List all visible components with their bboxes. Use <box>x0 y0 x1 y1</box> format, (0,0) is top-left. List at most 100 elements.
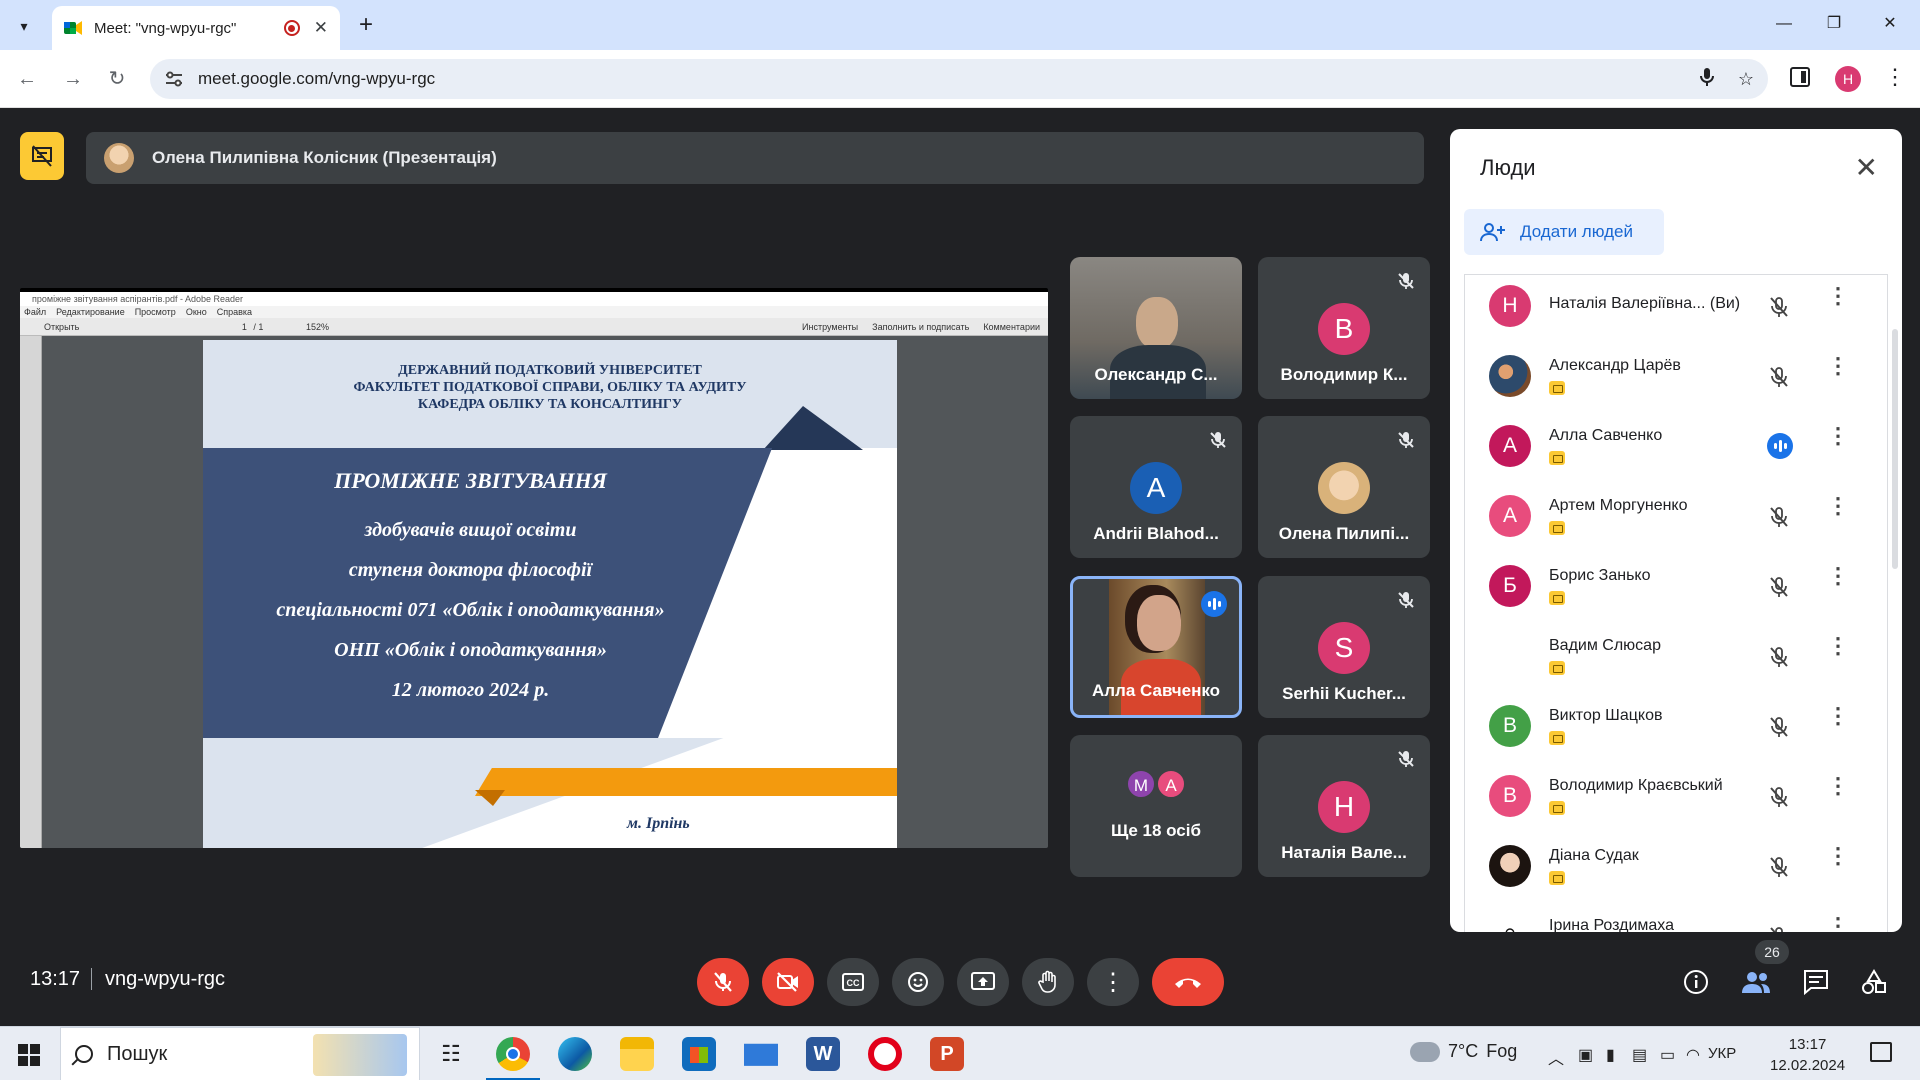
mic-off-icon[interactable] <box>1767 575 1791 599</box>
side-panel-icon[interactable] <box>1790 67 1810 87</box>
microphone-icon[interactable] <box>1699 67 1714 92</box>
edge-icon[interactable] <box>558 1037 592 1071</box>
camera-toggle-button[interactable] <box>762 958 814 1006</box>
mic-off-icon[interactable] <box>1767 715 1791 739</box>
taskbar-time: 13:17 <box>1788 1036 1827 1053</box>
wifi-icon[interactable]: ◠ <box>1686 1045 1700 1065</box>
more-options-icon[interactable]: ⋮ <box>1827 565 1849 587</box>
address-bar[interactable]: meet.google.com/vng-wpyu-rgc ☆ <box>150 59 1768 99</box>
browser-menu-icon[interactable]: ⋮ <box>1884 64 1906 90</box>
meeting-details-icon[interactable] <box>1680 966 1712 998</box>
raise-hand-button[interactable] <box>1022 958 1074 1006</box>
back-arrow-icon[interactable]: ← <box>14 66 40 92</box>
leave-call-button[interactable] <box>1152 958 1224 1006</box>
windows-start-icon[interactable] <box>18 1044 40 1066</box>
participant-list-scrollbar[interactable] <box>1892 329 1898 569</box>
slide-line: 12 лютого 2024 р. <box>391 679 550 701</box>
more-options-icon[interactable]: ⋮ <box>1827 775 1849 797</box>
people-panel-title: Люди <box>1480 155 1536 180</box>
microphone-toggle-button[interactable] <box>697 958 749 1006</box>
reload-icon[interactable]: ↻ <box>104 66 130 92</box>
file-explorer-icon[interactable] <box>620 1037 654 1071</box>
participant-tile[interactable]: В Володимир К... <box>1258 257 1430 399</box>
activities-icon[interactable] <box>1858 966 1890 998</box>
participant-row[interactable]: A Алла Савченко ⋮ <box>1465 415 1887 485</box>
add-people-button[interactable]: Додати людей <box>1464 209 1664 255</box>
mic-off-icon[interactable] <box>1767 645 1791 669</box>
weather-widget[interactable]: 7°C Fog <box>1410 1041 1517 1062</box>
close-panel-icon[interactable]: ✕ <box>1855 151 1878 184</box>
browser-toolbar: ← → ↻ meet.google.com/vng-wpyu-rgc ☆ H ⋮ <box>0 50 1920 108</box>
participant-list-name: Володимир Краєвський <box>1549 777 1723 794</box>
people-icon[interactable] <box>1740 966 1772 998</box>
mail-icon[interactable] <box>744 1043 778 1066</box>
reader-menu-view: Просмотр <box>134 307 176 317</box>
profile-avatar[interactable]: H <box>1835 66 1861 92</box>
battery-icon[interactable]: ▭ <box>1660 1045 1675 1065</box>
participant-tile-active[interactable]: Алла Савченко <box>1070 576 1242 718</box>
task-view-icon[interactable]: ☷ <box>434 1037 468 1071</box>
network-icon[interactable]: ▤ <box>1632 1045 1647 1065</box>
mic-off-icon[interactable] <box>1767 505 1791 529</box>
more-options-icon[interactable]: ⋮ <box>1827 915 1849 933</box>
more-options-icon[interactable]: ⋮ <box>1827 355 1849 377</box>
participant-row[interactable]: Діана Судак ⋮ <box>1465 835 1887 905</box>
more-options-icon[interactable]: ⋮ <box>1827 705 1849 727</box>
taskbar-search[interactable]: Пошук <box>60 1027 420 1080</box>
minimize-button[interactable]: — <box>1770 12 1798 38</box>
person-add-icon <box>1480 222 1506 242</box>
forward-arrow-icon[interactable]: → <box>60 66 86 92</box>
tray-microphone-icon[interactable]: ▮ <box>1606 1045 1615 1065</box>
word-icon[interactable]: W <box>806 1037 840 1071</box>
close-window-button[interactable]: ✕ <box>1876 12 1904 38</box>
participant-tile[interactable]: S Serhii Kucher... <box>1258 576 1430 718</box>
bookmark-star-icon[interactable]: ☆ <box>1738 69 1754 90</box>
participant-tile[interactable]: Олександр С... <box>1070 257 1242 399</box>
participant-tile[interactable]: A Andrii Blahod... <box>1070 416 1242 558</box>
participant-row[interactable]: Вадим Слюсар ⋮ <box>1465 625 1887 695</box>
mic-off-icon[interactable] <box>1767 925 1791 932</box>
more-options-icon[interactable]: ⋮ <box>1827 845 1849 867</box>
more-options-icon[interactable]: ⋮ <box>1827 285 1849 307</box>
powerpoint-icon[interactable]: P <box>930 1037 964 1071</box>
participant-tile[interactable]: H Наталія Вале... <box>1258 735 1430 877</box>
notifications-icon[interactable] <box>1870 1042 1892 1062</box>
mic-off-icon[interactable] <box>1767 855 1791 879</box>
microsoft-store-icon[interactable] <box>682 1037 716 1071</box>
chrome-icon[interactable] <box>486 1037 540 1080</box>
chat-icon[interactable] <box>1800 966 1832 998</box>
participant-row[interactable]: B Виктор Шацков ⋮ <box>1465 695 1887 765</box>
tab-close-icon[interactable]: ✕ <box>314 18 328 38</box>
reactions-button[interactable] <box>892 958 944 1006</box>
participant-row[interactable]: A Артем Моргуненко ⋮ <box>1465 485 1887 555</box>
presentation-icon[interactable] <box>20 132 64 180</box>
site-info-icon[interactable] <box>164 71 184 87</box>
restore-button[interactable]: ❐ <box>1820 12 1848 38</box>
captions-button[interactable]: CC <box>827 958 879 1006</box>
opera-icon[interactable] <box>868 1037 902 1071</box>
mic-off-icon[interactable] <box>1767 785 1791 809</box>
more-options-icon[interactable]: ⋮ <box>1827 425 1849 447</box>
tab-search-button[interactable]: ▾ <box>10 12 38 40</box>
taskbar-clock[interactable]: 13:17 12.02.2024 <box>1770 1034 1845 1076</box>
more-options-icon[interactable]: ⋮ <box>1827 495 1849 517</box>
more-options-button[interactable]: ⋮ <box>1087 958 1139 1006</box>
device-icon[interactable]: ▣ <box>1578 1045 1593 1065</box>
participant-row[interactable]: H Наталія Валеріївна... (Ви) ⋮ <box>1465 275 1887 345</box>
participant-row[interactable]: ⚲ Ірина Роздимаха ⋮ <box>1465 905 1887 933</box>
participant-row[interactable]: Александр Царёв ⋮ <box>1465 345 1887 415</box>
participant-list-avatar: B <box>1489 775 1531 817</box>
mic-off-icon[interactable] <box>1767 295 1791 319</box>
browser-tab[interactable]: Meet: "vng-wpyu-rgc" ✕ <box>52 6 340 50</box>
new-tab-button[interactable]: + <box>352 12 380 40</box>
participant-row[interactable]: B Володимир Краєвський ⋮ <box>1465 765 1887 835</box>
more-participants-tile[interactable]: M A Ще 18 осіб <box>1070 735 1242 877</box>
language-indicator[interactable]: УКР <box>1708 1045 1736 1062</box>
participant-tile[interactable]: Олена Пилипі... <box>1258 416 1430 558</box>
show-hidden-icons-chevron-icon[interactable]: ︿ <box>1548 1045 1564 1069</box>
more-options-icon[interactable]: ⋮ <box>1827 635 1849 657</box>
participant-row[interactable]: Б Борис Занько ⋮ <box>1465 555 1887 625</box>
present-screen-button[interactable] <box>957 958 1009 1006</box>
presentation-badge-icon <box>1549 521 1565 535</box>
mic-off-icon[interactable] <box>1767 365 1791 389</box>
